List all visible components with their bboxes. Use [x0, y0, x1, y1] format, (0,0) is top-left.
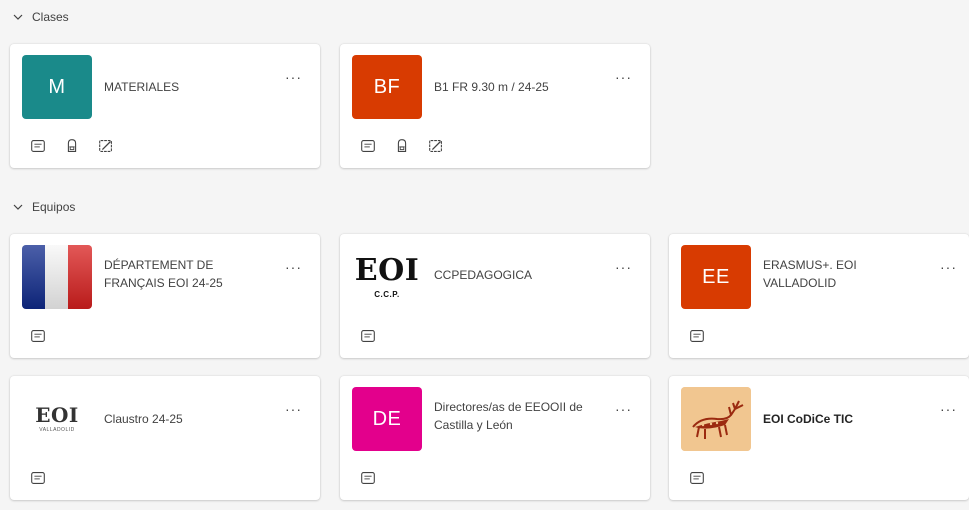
- valladolid-logo-sub: VALLADOLID: [39, 427, 75, 433]
- section-title-clases: Clases: [32, 10, 69, 24]
- class-avatar: M: [22, 55, 92, 119]
- team-card-claustro[interactable]: EOI VALLADOLID Claustro 24-25 ···: [10, 376, 320, 500]
- section-title-equipos: Equipos: [32, 200, 76, 214]
- class-title: MATERIALES: [104, 80, 180, 94]
- chevron-down-icon: [13, 14, 23, 20]
- team-title: Claustro 24-25: [104, 412, 183, 426]
- more-options-button[interactable]: ···: [285, 260, 302, 274]
- team-title: DÉPARTEMENT DE FRANÇAIS EOI 24-25: [104, 258, 223, 290]
- posts-icon[interactable]: [687, 468, 707, 488]
- team-card-codice-tic[interactable]: EOI CoDiCe TIC ···: [669, 376, 969, 500]
- team-avatar-deer: [681, 387, 751, 451]
- eoi-logo-text: EOI: [35, 403, 79, 427]
- posts-icon[interactable]: [28, 468, 48, 488]
- more-options-button[interactable]: ···: [615, 402, 632, 416]
- team-title: CCPEDAGOGICA: [434, 268, 533, 282]
- assignments-icon[interactable]: [426, 136, 446, 156]
- team-avatar-logo: EOI C.C.P.: [352, 245, 422, 309]
- eoi-logo-text: EOI: [354, 252, 420, 288]
- more-options-button[interactable]: ···: [615, 260, 632, 274]
- team-avatar-logo: EOI VALLADOLID: [22, 387, 92, 451]
- team-title: EOI CoDiCe TIC: [763, 412, 854, 426]
- posts-icon[interactable]: [28, 136, 48, 156]
- french-flag-icon: [22, 245, 92, 309]
- more-options-button[interactable]: ···: [940, 260, 957, 274]
- more-options-button[interactable]: ···: [285, 70, 302, 84]
- more-options-button[interactable]: ···: [940, 402, 957, 416]
- team-card-directores[interactable]: DE Directores/as de EEOOII de Castilla y…: [340, 376, 650, 500]
- team-card-ccpedagogica[interactable]: EOI C.C.P. CCPEDAGOGICA ···: [340, 234, 650, 358]
- backpack-icon[interactable]: [62, 136, 82, 156]
- posts-icon[interactable]: [687, 326, 707, 346]
- posts-icon[interactable]: [358, 326, 378, 346]
- team-avatar-flag: [22, 245, 92, 309]
- team-card-erasmus[interactable]: EE ERASMUS+. EOI VALLADOLID ···: [669, 234, 969, 358]
- class-card-b1-fr[interactable]: BF B1 FR 9.30 m / 24-25 ···: [340, 44, 650, 168]
- assignments-icon[interactable]: [96, 136, 116, 156]
- posts-icon[interactable]: [358, 136, 378, 156]
- more-options-button[interactable]: ···: [615, 70, 632, 84]
- section-equipos-toggle[interactable]: Equipos: [12, 200, 75, 214]
- team-avatar: DE: [352, 387, 422, 451]
- class-title: B1 FR 9.30 m / 24-25: [434, 80, 549, 94]
- team-card-departement[interactable]: DÉPARTEMENT DE FRANÇAIS EOI 24-25 ···: [10, 234, 320, 358]
- class-card-materiales[interactable]: M MATERIALES ···: [10, 44, 320, 168]
- team-title: ERASMUS+. EOI VALLADOLID: [763, 258, 857, 290]
- more-options-button[interactable]: ···: [285, 402, 302, 416]
- posts-icon[interactable]: [358, 468, 378, 488]
- deer-painting-icon: [681, 387, 751, 451]
- posts-icon[interactable]: [28, 326, 48, 346]
- chevron-down-icon: [13, 204, 23, 210]
- section-clases-toggle[interactable]: Clases: [12, 10, 69, 24]
- ccp-logo-sub: C.C.P.: [374, 289, 400, 299]
- team-title: Directores/as de EEOOII de Castilla y Le…: [434, 400, 583, 432]
- class-avatar: BF: [352, 55, 422, 119]
- backpack-icon[interactable]: [392, 136, 412, 156]
- team-avatar: EE: [681, 245, 751, 309]
